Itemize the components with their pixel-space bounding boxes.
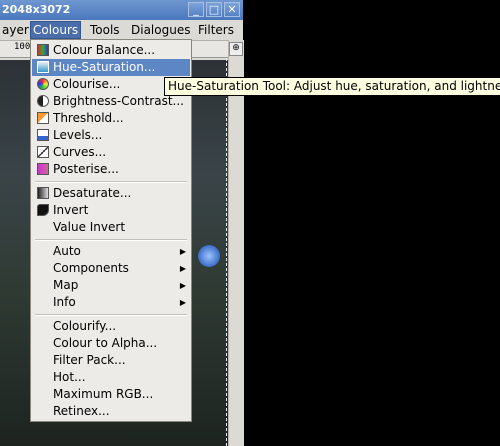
menu-item-colour-to-alpha[interactable]: Colour to Alpha...: [32, 335, 190, 352]
menu-colours[interactable]: Colours: [30, 21, 82, 39]
submenu-arrow-icon: ▶: [179, 264, 186, 273]
menu-item-threshold[interactable]: Threshold...: [32, 110, 190, 127]
menu-item-invert[interactable]: Invert: [32, 202, 190, 219]
menubar: ayer Colours Tools Dialogues Filters: [0, 20, 243, 41]
light-blob: [198, 245, 220, 267]
menu-separator: [35, 181, 187, 183]
close-button[interactable]: ✕: [224, 2, 240, 17]
colours-menu: Colour Balance... Hue-Saturation... Colo…: [30, 39, 192, 422]
menu-item-auto[interactable]: Auto ▶: [32, 243, 190, 260]
menu-item-info[interactable]: Info ▶: [32, 294, 190, 311]
colourise-icon: [37, 78, 49, 90]
menu-item-value-invert[interactable]: Value Invert: [32, 219, 190, 236]
brightness-contrast-icon: [37, 95, 49, 107]
colour-balance-icon: [37, 44, 49, 56]
curves-icon: [37, 146, 49, 158]
menu-item-levels[interactable]: Levels...: [32, 127, 190, 144]
menu-item-colourify[interactable]: Colourify...: [32, 318, 190, 335]
posterise-icon: [37, 163, 49, 175]
menu-dialogues[interactable]: Dialogues: [129, 22, 192, 38]
menu-item-map[interactable]: Map ▶: [32, 277, 190, 294]
menu-layer[interactable]: ayer: [0, 22, 31, 38]
tooltip: Hue-Saturation Tool: Adjust hue, saturat…: [164, 77, 500, 96]
ruler-label: 100: [14, 42, 31, 52]
window-title: 2048x3072: [2, 3, 71, 16]
invert-icon: [37, 204, 49, 216]
threshold-icon: [37, 112, 49, 124]
menu-item-curves[interactable]: Curves...: [32, 144, 190, 161]
levels-icon: [37, 129, 49, 141]
menu-filters[interactable]: Filters: [196, 22, 236, 38]
title-bar: 2048x3072 _ □ ✕: [0, 0, 243, 20]
menu-item-desaturate[interactable]: Desaturate...: [32, 185, 190, 202]
zoom-icon[interactable]: ⊕: [229, 42, 243, 56]
menu-separator: [35, 314, 187, 316]
menu-item-filter-pack[interactable]: Filter Pack...: [32, 352, 190, 369]
menu-item-hot[interactable]: Hot...: [32, 369, 190, 386]
menu-item-posterise[interactable]: Posterise...: [32, 161, 190, 178]
menu-item-maximum-rgb[interactable]: Maximum RGB...: [32, 386, 190, 403]
submenu-arrow-icon: ▶: [179, 247, 186, 256]
menu-tools[interactable]: Tools: [88, 22, 122, 38]
desaturate-icon: [37, 187, 49, 199]
maximize-button[interactable]: □: [206, 2, 222, 17]
minimize-button[interactable]: _: [188, 2, 204, 17]
menu-item-hue-saturation[interactable]: Hue-Saturation...: [32, 59, 190, 76]
menu-item-retinex[interactable]: Retinex...: [32, 403, 190, 420]
menu-item-components[interactable]: Components ▶: [32, 260, 190, 277]
vertical-scrollbar[interactable]: [228, 40, 244, 446]
menu-separator: [35, 239, 187, 241]
menu-item-colour-balance[interactable]: Colour Balance...: [32, 42, 190, 59]
submenu-arrow-icon: ▶: [179, 281, 186, 290]
hue-saturation-icon: [37, 61, 49, 73]
submenu-arrow-icon: ▶: [179, 298, 186, 307]
